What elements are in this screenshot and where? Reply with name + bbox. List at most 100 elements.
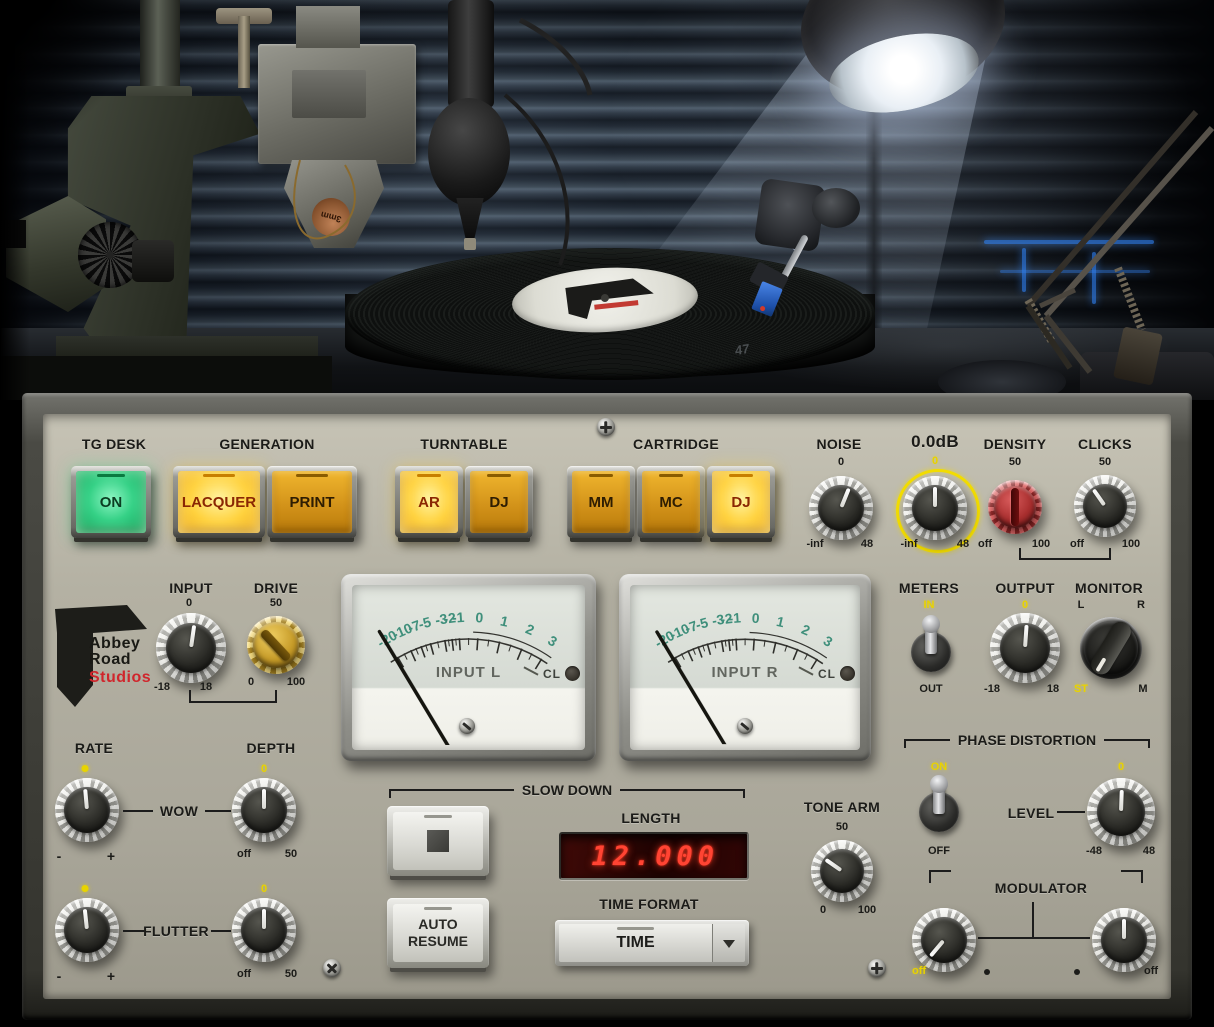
svg-text:1: 1 — [499, 612, 510, 629]
plugin-window: 47 3mm — [0, 0, 1214, 1027]
time-format-value: TIME — [559, 924, 713, 962]
cutter-head-module — [292, 70, 366, 118]
record-label — [510, 263, 699, 337]
logo-word3: Studios — [89, 669, 151, 687]
phase-on-label: ON — [931, 761, 948, 773]
svg-text:0: 0 — [751, 610, 760, 627]
tone-arm-max: 100 — [858, 904, 876, 916]
blue-accent-light — [1092, 252, 1096, 304]
input-knob[interactable] — [156, 613, 226, 683]
depth-title: DEPTH — [247, 740, 296, 756]
wow-depth-knob[interactable] — [232, 778, 296, 842]
input-min: -18 — [154, 681, 170, 693]
panel-face: TG DESK GENERATION TURNTABLE CARTRIDGE N… — [43, 414, 1171, 999]
slow-down-bracket: SLOW DOWN — [389, 782, 745, 798]
adjustment-shaft — [238, 16, 250, 88]
clicks-max: 100 — [1122, 538, 1140, 550]
clicks-title: CLICKS — [1078, 436, 1132, 452]
output-min: -18 — [984, 683, 1000, 695]
input-top-value: 0 — [186, 597, 192, 609]
panel-screw — [597, 418, 615, 436]
drive-title: DRIVE — [254, 580, 298, 596]
gain-min: -inf — [900, 538, 917, 550]
flutter-label: FLUTTER — [143, 923, 209, 939]
svg-text:-5: -5 — [417, 613, 433, 632]
input-drive-link — [189, 690, 277, 703]
dj-label: DJ — [470, 471, 528, 533]
drive-min: 0 — [248, 676, 254, 688]
phase-distortion-toggle[interactable] — [916, 774, 962, 842]
meters-toggle[interactable] — [908, 614, 954, 682]
density-top-value: 50 — [1009, 456, 1021, 468]
cartridge-mm-button[interactable]: MM — [567, 466, 635, 538]
turntable-ar-button[interactable]: AR — [395, 466, 463, 538]
wow-rate-knob[interactable] — [55, 778, 119, 842]
output-knob[interactable] — [990, 613, 1060, 683]
modulator-link-line — [978, 937, 1090, 939]
modulator-left-off-label: off — [912, 965, 926, 977]
control-panel: TG DESK GENERATION TURNTABLE CARTRIDGE N… — [22, 393, 1192, 1020]
generation-print-button[interactable]: PRINT — [267, 466, 357, 538]
meter-screw — [737, 718, 753, 734]
svg-text:-1: -1 — [451, 609, 465, 626]
level-knob[interactable] — [1087, 778, 1155, 846]
panel-screw — [868, 959, 886, 977]
length-value: 12.000 — [591, 841, 719, 872]
phase-distortion-title: PHASE DISTORTION — [958, 732, 1096, 748]
drive-knob[interactable] — [247, 616, 305, 674]
noise-knob[interactable] — [809, 476, 873, 540]
svg-text:-1: -1 — [728, 609, 742, 626]
generation-lacquer-button[interactable]: LACQUER — [173, 466, 265, 538]
slow-down-stop-button[interactable] — [387, 806, 489, 876]
cartridge-title: CARTRIDGE — [633, 436, 719, 452]
phase-distortion-bracket: PHASE DISTORTION — [904, 732, 1150, 748]
auto-resume-line2: RESUME — [408, 933, 468, 949]
flutter-rate-knob[interactable] — [55, 898, 119, 962]
time-format-dropdown[interactable]: TIME — [555, 920, 749, 966]
clip-label: CL — [818, 667, 836, 681]
monitor-knob[interactable] — [1080, 617, 1142, 679]
density-knob[interactable] — [988, 480, 1042, 534]
modulator-hook-right — [1121, 870, 1143, 883]
cutter-ball-joint — [428, 98, 510, 206]
svg-text:3: 3 — [545, 632, 560, 650]
panel-screw — [323, 959, 341, 977]
modulator-right-knob[interactable] — [1092, 908, 1156, 972]
level-min: -48 — [1086, 845, 1102, 857]
wow-rate-max: + — [107, 848, 115, 864]
gain-knob[interactable] — [903, 476, 967, 540]
clip-line — [523, 666, 538, 675]
tone-arm-title: TONE ARM — [804, 799, 880, 815]
vu-meter-right: -20-10-7-5-3-2-10123 INPUT R CL — [619, 574, 871, 761]
flutter-rate-max: + — [107, 968, 115, 984]
noise-min: -inf — [806, 538, 823, 550]
vu-meter-left: -20-10-7-5-3-2-10123 INPUT L CL — [341, 574, 596, 761]
output-top-value: 0 — [1022, 599, 1028, 611]
meters-out-label: OUT — [919, 683, 942, 695]
monitor-title: MONITOR — [1075, 580, 1143, 596]
meters-in-label: IN — [924, 599, 935, 611]
wow-rate-marker — [82, 765, 89, 772]
length-display: 12.000 — [559, 832, 749, 880]
flutter-rate-marker — [82, 885, 89, 892]
dropdown-arrow-icon[interactable] — [713, 924, 745, 962]
output-max: 18 — [1047, 683, 1059, 695]
auto-resume-button[interactable]: AUTO RESUME — [387, 898, 489, 968]
density-min: off — [978, 538, 992, 550]
clip-indicator-left: CL — [523, 666, 580, 681]
tg-desk-on-button[interactable]: ON — [71, 466, 151, 538]
cartridge-dj-button[interactable]: DJ — [707, 466, 775, 538]
tone-arm-knob[interactable] — [811, 840, 873, 902]
noise-max: 48 — [861, 538, 873, 550]
modulator-left-knob[interactable] — [912, 908, 976, 972]
modulator-hook-left — [929, 870, 951, 883]
cartridge-mc-button[interactable]: MC — [637, 466, 705, 538]
wow-depth-max: 50 — [285, 848, 297, 860]
flutter-depth-knob[interactable] — [232, 898, 296, 962]
turntable-title: TURNTABLE — [420, 436, 507, 452]
modulator-label: MODULATOR — [995, 880, 1087, 896]
modulator-tick — [1032, 902, 1034, 938]
clicks-knob[interactable] — [1074, 475, 1136, 537]
cutter-stylus-tip — [464, 238, 476, 250]
turntable-dj-button[interactable]: DJ — [465, 466, 533, 538]
